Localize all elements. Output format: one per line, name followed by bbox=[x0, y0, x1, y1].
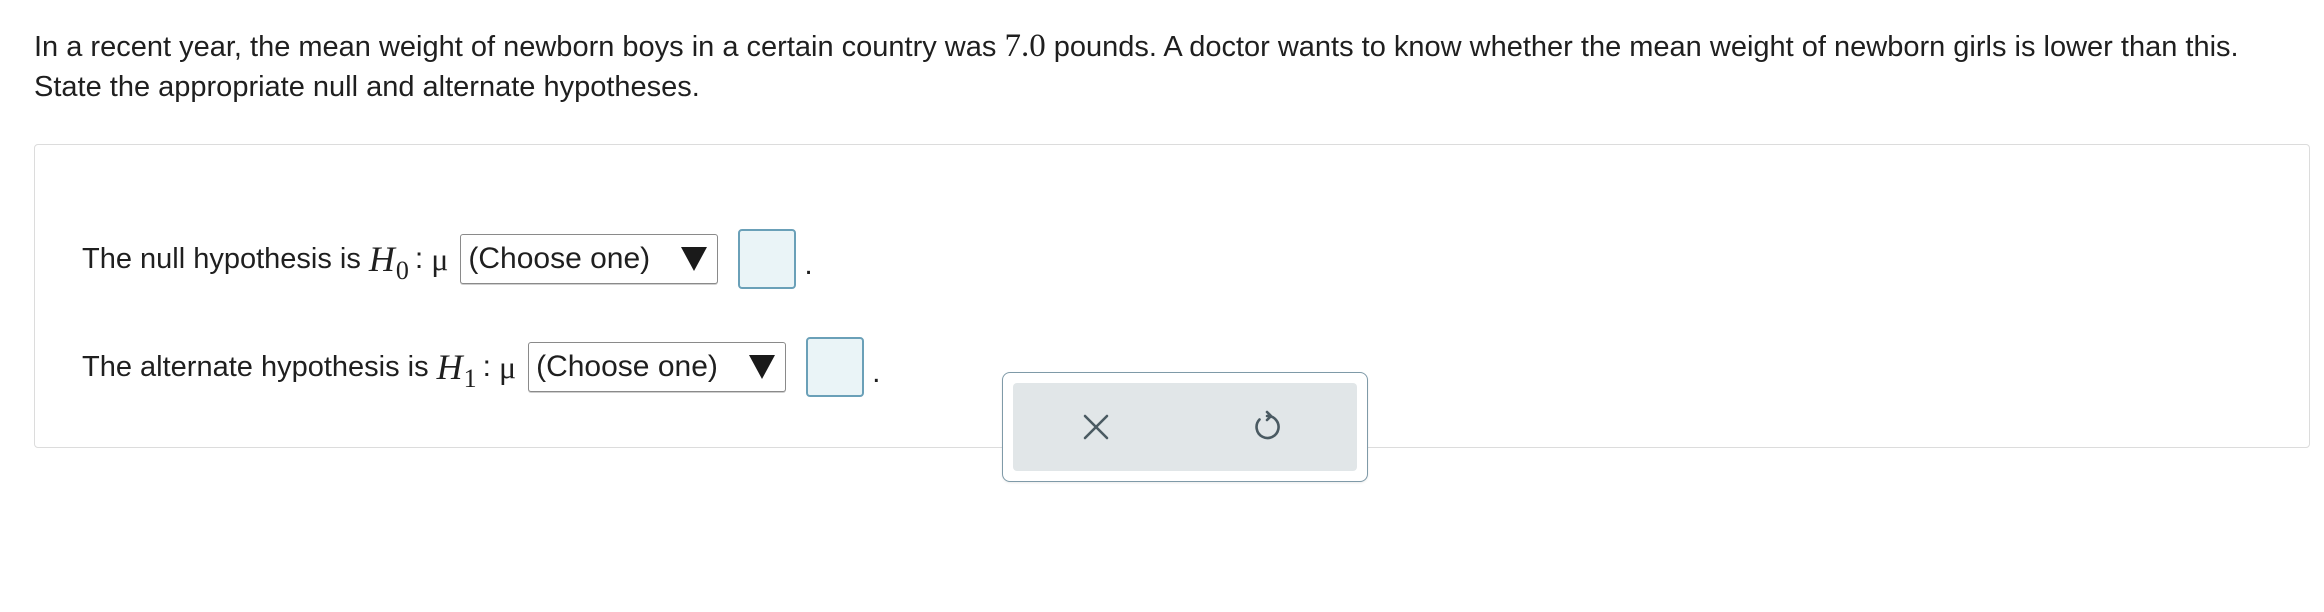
answer-tools-panel bbox=[1002, 372, 1368, 482]
null-hypothesis-symbol: H bbox=[368, 239, 395, 279]
null-hypothesis-subscript: 0 bbox=[395, 256, 409, 285]
null-hypothesis-colon: : bbox=[414, 242, 424, 275]
null-hypothesis-row: The null hypothesis is H0 : μ (Choose on… bbox=[82, 229, 813, 289]
undo-button[interactable] bbox=[1245, 405, 1289, 449]
answer-panel: The null hypothesis is H0 : μ (Choose on… bbox=[34, 144, 2310, 482]
null-hypothesis-parameter: μ bbox=[431, 240, 449, 277]
alternate-hypothesis-label: The alternate hypothesis is bbox=[82, 350, 429, 383]
null-hypothesis-period: . bbox=[804, 248, 813, 281]
question-value: 7.0 bbox=[1004, 28, 1046, 64]
alternate-hypothesis-relation-select[interactable]: (Choose one) bbox=[528, 342, 787, 392]
question-text: In a recent year, the mean weight of new… bbox=[34, 26, 2284, 107]
undo-icon bbox=[1255, 410, 1280, 440]
alternate-hypothesis-value-input[interactable] bbox=[806, 337, 865, 397]
null-hypothesis-select-value: (Choose one) bbox=[468, 242, 651, 275]
dropdown-arrow-icon bbox=[681, 247, 708, 271]
null-hypothesis-relation-select[interactable]: (Choose one) bbox=[460, 234, 719, 284]
alternate-hypothesis-subscript: 1 bbox=[463, 364, 477, 393]
alternate-hypothesis-row: The alternate hypothesis is H1 : μ (Choo… bbox=[82, 337, 880, 397]
clear-button[interactable] bbox=[1074, 405, 1118, 449]
alternate-hypothesis-symbol: H bbox=[436, 347, 463, 387]
alternate-hypothesis-period: . bbox=[872, 356, 881, 389]
alternate-hypothesis-parameter: μ bbox=[498, 348, 517, 385]
answer-tools-bar bbox=[1013, 383, 1357, 471]
question-text-before: In a recent year, the mean weight of new… bbox=[34, 31, 1005, 63]
alternate-hypothesis-select-value: (Choose one) bbox=[536, 350, 718, 383]
null-hypothesis-value-input[interactable] bbox=[738, 229, 797, 289]
null-hypothesis-label: The null hypothesis is bbox=[82, 242, 361, 275]
x-icon bbox=[1083, 414, 1109, 440]
alternate-hypothesis-colon: : bbox=[482, 350, 491, 383]
dropdown-arrow-icon bbox=[749, 355, 776, 379]
